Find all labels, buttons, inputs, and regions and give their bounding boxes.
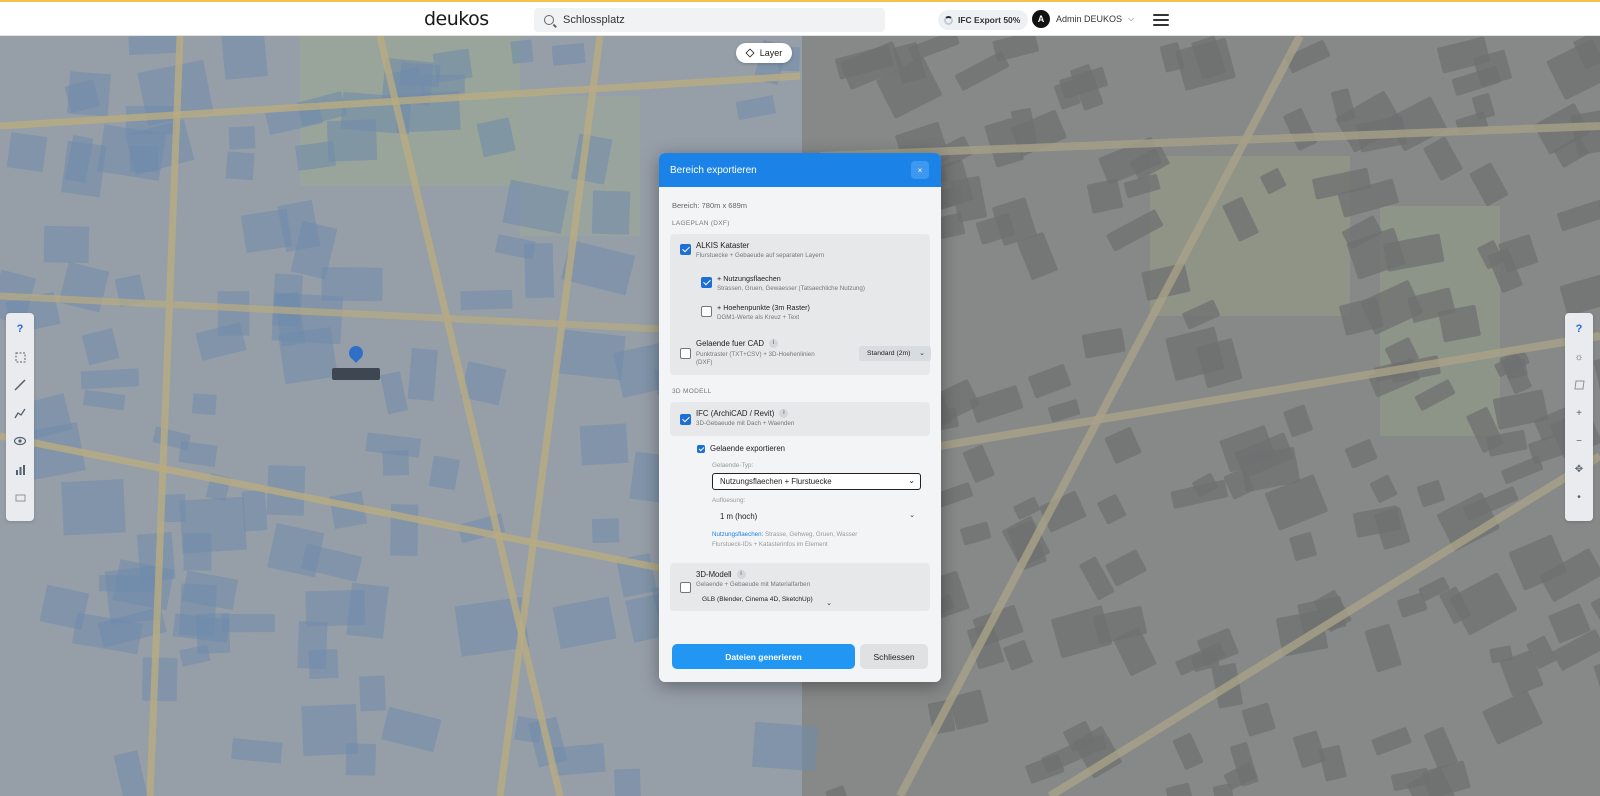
ifc-export-status-badge[interactable]: IFC Export 50% [938,10,1029,30]
zoom-out-icon[interactable]: − [1569,431,1589,451]
ifc-subtitle: 3D-Gebaeude mit Dach + Waenden [696,420,795,427]
right-toolbar: ? ☼ + − ✥ • [1565,313,1593,521]
location-pin-label: ​ [332,368,380,380]
gelaende-cad-checkbox[interactable] [680,348,691,359]
ifc-card: IFC (ArchiCAD / Revit) i 3D-Gebaeude mit … [670,402,930,436]
nutzungsflaechen-hint: Nutzungsflaechen: Strasse, Gehweg, Gruen… [712,531,858,548]
ifc-title: IFC (ArchiCAD / Revit) i [696,409,789,419]
layers-icon [745,48,755,58]
chevron-down-icon: ⌄ [919,350,925,357]
gelaende-exportieren-label: Gelaende exportieren [710,444,785,453]
nutzungsflaechen-subtitle: Strassen, Gruen, Gewaesser (Tatsaechlich… [717,285,865,292]
alkis-card: ALKIS Kataster Flurstuecke + Gebaeude au… [670,234,930,346]
alkis-title: ALKIS Kataster [696,241,750,250]
info-icon[interactable]: i [736,570,746,580]
line-measure-icon[interactable] [10,375,30,395]
gelaende-cad-subtitle: Punktraster (TXT+CSV) + 3D-Hoehenlinien(… [696,351,815,366]
top-bar: deukos IFC Export 50% A Admin DEUKOS ⌵ [0,0,1600,36]
user-name: Admin DEUKOS [1056,14,1123,24]
avatar: A [1032,10,1050,28]
hoehenpunkte-checkbox[interactable] [701,306,712,317]
ifc-checkbox[interactable] [680,414,691,425]
layers-icon[interactable] [1569,375,1589,395]
info-icon[interactable]: i [769,339,779,349]
dialog-title: Bereich exportieren [670,164,757,176]
chevron-down-icon: ⌄ [909,512,915,519]
compass-icon[interactable]: ✥ [1569,459,1589,479]
eye-icon[interactable] [10,431,30,451]
rectangle-select-icon[interactable] [10,347,30,367]
info-icon[interactable]: i [779,409,789,419]
model3d-subtitle: Gelaende + Gebaeude mit Materialfarben [696,581,811,588]
app-logo[interactable]: deukos [424,8,489,30]
profile-icon[interactable] [10,403,30,423]
generate-files-button[interactable]: Dateien generieren [672,644,855,669]
close-icon[interactable]: × [911,161,929,179]
gelaende-cad-resolution-select[interactable]: Standard (2m) ⌄ [859,346,931,361]
sun-icon[interactable]: ☼ [1569,347,1589,367]
model3d-card: 3D-Modell i Gelaende + Gebaeude mit Mater… [670,563,930,611]
left-toolbar: ? [6,313,34,521]
help-icon[interactable]: ? [10,319,30,339]
section-lageplan-label: LAGEPLAN (DXF) [672,220,730,227]
gelaende-cad-card: Gelaende fuer CAD i Punktraster (TXT+CSV)… [670,332,931,375]
aufloesung-select[interactable]: 1 m (hoch) ⌄ [712,508,921,524]
alkis-checkbox[interactable] [680,244,691,255]
user-menu[interactable]: A Admin DEUKOS ⌵ [1032,10,1134,28]
search-bar[interactable] [534,8,885,32]
alkis-subtitle: Flurstuecke + Gebaeude auf separaten Lay… [696,252,825,259]
aufloesung-label: Aufloesung: [712,497,746,504]
section-3d-label: 3D MODELL [672,388,712,395]
bar-chart-icon[interactable] [10,459,30,479]
hoehenpunkte-title: + Hoehenpunkte (3m Raster) [717,303,810,312]
chevron-down-icon: ⌄ [826,600,832,607]
dialog-header: Bereich exportieren × [659,153,941,187]
gelaende-exportieren-checkbox[interactable] [697,445,705,453]
gelaende-typ-label: Gelaende-Typ: [712,462,754,469]
model3d-format-select[interactable]: GLB (Blender, Cinema 4D, SketchUp) ⌄ [702,596,832,607]
hoehenpunkte-subtitle: DGM1-Werte als Kreuz + Text [717,314,800,321]
gelaende-typ-select[interactable]: Nutzungsflaechen + Flurstuecke ⌄ [712,473,921,490]
progress-spinner-icon [944,15,953,25]
model3d-title: 3D-Modell i [696,570,746,580]
building-icon[interactable] [10,487,30,507]
ifc-export-status-text: IFC Export 50% [958,15,1021,25]
search-icon [544,15,554,25]
chevron-down-icon: ⌵ [1128,14,1135,23]
nutzungsflaechen-title: + Nutzungsflaechen [717,274,781,283]
model3d-checkbox[interactable] [680,582,691,593]
pedestrian-icon[interactable]: • [1569,487,1589,507]
area-size-text: Bereich: 780m x 689m [672,201,748,210]
chevron-down-icon: ⌄ [908,476,915,485]
nutzungsflaechen-checkbox[interactable] [701,277,712,288]
export-dialog: Bereich exportieren × Bereich: 780m x 68… [659,153,941,682]
layer-button-label: Layer [759,48,783,58]
zoom-in-icon[interactable]: + [1569,403,1589,423]
hamburger-menu-icon[interactable] [1153,14,1169,26]
search-input[interactable] [563,14,863,26]
close-button[interactable]: Schliessen [860,644,928,669]
gelaende-cad-title: Gelaende fuer CAD i [696,339,779,349]
help-icon[interactable]: ? [1569,319,1589,339]
layer-button[interactable]: Layer [736,43,792,63]
